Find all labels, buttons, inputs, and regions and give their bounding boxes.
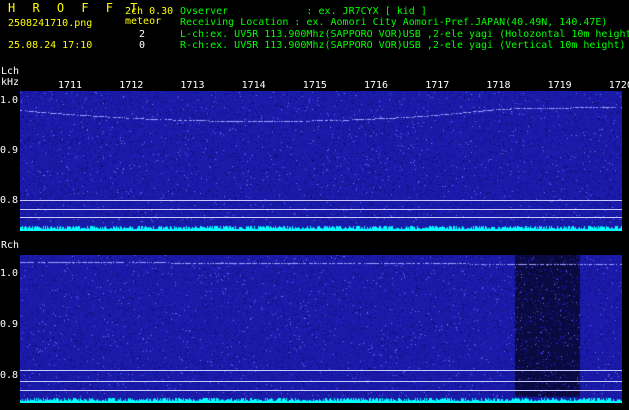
lch-ref-line bbox=[20, 200, 622, 201]
lch-ytick-label: 0.8 bbox=[0, 195, 19, 206]
lch-ref-line bbox=[20, 217, 622, 218]
observer-line: Ovserver : ex. JR7CYX [ kid ] bbox=[180, 6, 427, 17]
lch-ref-line bbox=[20, 209, 622, 210]
lch-spectrogram bbox=[20, 91, 622, 231]
filename: 2508241710.png bbox=[8, 18, 93, 29]
time-tick-label: 1712 bbox=[119, 80, 144, 91]
app-title: H R O F F T bbox=[8, 1, 143, 15]
lch-label: Lch bbox=[1, 66, 20, 77]
time-tick-label: 1714 bbox=[241, 80, 266, 91]
meteor-count-lch: 2 bbox=[139, 29, 146, 40]
time-tick-label: 1719 bbox=[547, 80, 572, 91]
timestamp: 25.08.24 17:10 bbox=[8, 40, 93, 51]
meteor-label: meteor bbox=[125, 16, 162, 27]
lch-ytick-label: 0.9 bbox=[0, 145, 19, 156]
time-tick-label: 1718 bbox=[486, 80, 511, 91]
time-tick-label: 1717 bbox=[425, 80, 450, 91]
lch-noise-canvas bbox=[20, 91, 622, 231]
time-tick-label: 1720 bbox=[608, 80, 629, 91]
time-tick-label: 1711 bbox=[58, 80, 83, 91]
rch-ref-line bbox=[20, 381, 622, 382]
rch-label: Rch bbox=[1, 240, 20, 251]
lch-ytick-label: 1.0 bbox=[0, 95, 19, 106]
location-line: Receiving Location : ex. Aomori City Aom… bbox=[180, 17, 608, 28]
rch-ytick-label: 1.0 bbox=[0, 268, 19, 279]
rch-ytick-label: 0.8 bbox=[0, 370, 19, 381]
rch-spectrogram bbox=[20, 255, 622, 403]
time-tick-label: 1713 bbox=[180, 80, 205, 91]
rch-ytick-label: 0.9 bbox=[0, 319, 19, 330]
time-tick-label: 1715 bbox=[302, 80, 327, 91]
lch-info-line: L-ch:ex. UV5R 113.900Mhz(SAPPORO VOR)USB… bbox=[180, 29, 629, 40]
rch-ref-line bbox=[20, 390, 622, 391]
rch-info-line: R-ch:ex. UV5R 113.900Mhz(SAPPORO VOR)USB… bbox=[180, 40, 626, 51]
time-tick-label: 1716 bbox=[364, 80, 389, 91]
unit-label: kHz bbox=[1, 77, 20, 88]
meteor-count-rch: 0 bbox=[139, 40, 146, 51]
rch-ref-line bbox=[20, 370, 622, 371]
